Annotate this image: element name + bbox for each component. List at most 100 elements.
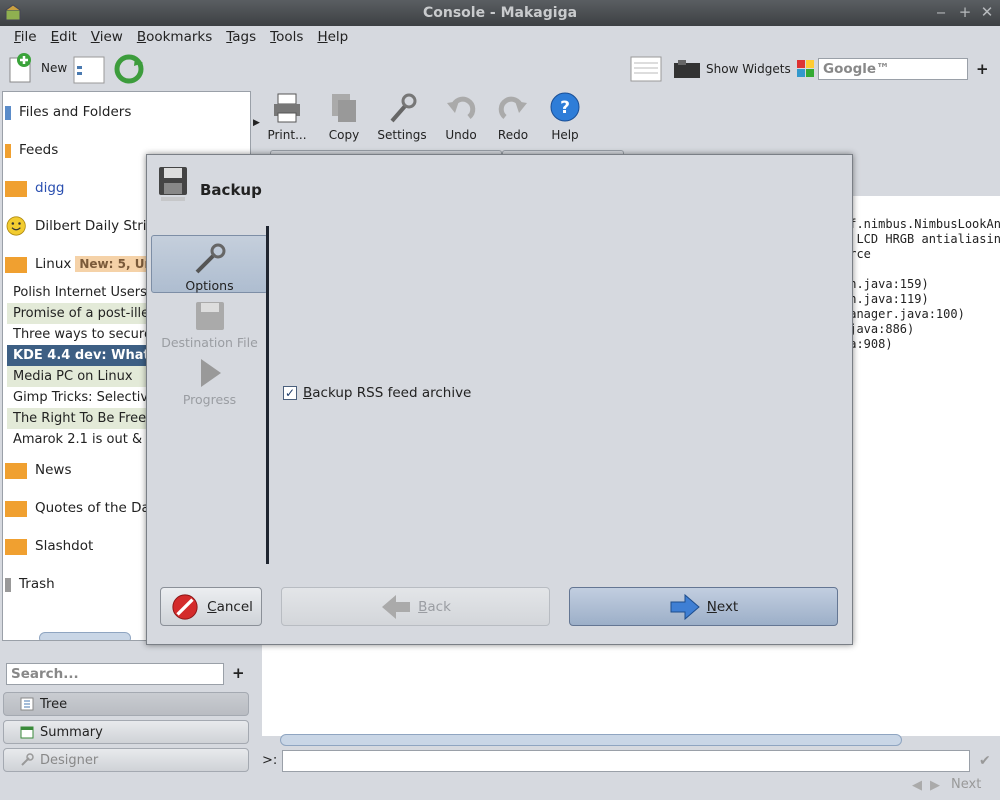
command-prompt: >:	[262, 753, 278, 768]
menu-file[interactable]: File	[7, 29, 44, 45]
command-input[interactable]	[282, 750, 970, 772]
menu-help[interactable]: Help	[310, 29, 355, 45]
calendar-icon	[20, 726, 34, 739]
tree-node-label: Dilbert Daily Strip	[35, 218, 156, 234]
menu-edit[interactable]: Edit	[44, 29, 84, 45]
google-icon	[797, 60, 814, 77]
next-button[interactable]: Next	[569, 587, 838, 626]
tree-node-files-and-folders[interactable]: Files and Folders	[3, 93, 250, 131]
help-button[interactable]: ? Help	[540, 91, 590, 147]
redo-label: Redo	[497, 128, 529, 142]
checkbox-label: Backup RSS feed archive	[303, 385, 472, 401]
printer-icon	[274, 93, 300, 123]
console-line: on.java:119)	[842, 292, 929, 306]
tree-node-label: digg	[35, 180, 65, 196]
tree-node-label: Slashdot	[35, 538, 94, 554]
svg-text:?: ?	[560, 98, 570, 118]
add-search-icon[interactable]: +	[976, 60, 989, 78]
cancel-label: Cancel	[207, 598, 253, 615]
console-line: af.nimbus.NimbusLookAn	[842, 217, 1000, 231]
menu-view[interactable]: View	[84, 29, 130, 45]
tree-node-label: Files and Folders	[19, 104, 132, 120]
step-label: Destination File	[161, 335, 258, 350]
copy-button[interactable]: Copy	[319, 91, 369, 147]
console-line: on.java:159)	[842, 277, 929, 291]
show-widgets-button[interactable]: Show Widgets	[672, 58, 791, 80]
add-filter-icon[interactable]: +	[232, 664, 245, 682]
editor-toolbar: Print... Copy Settings Undo Redo ? Help	[262, 91, 1000, 147]
folder-icon	[5, 181, 27, 197]
folder-icon	[5, 257, 27, 273]
cancel-button[interactable]: Cancel	[160, 587, 262, 626]
refresh-icon[interactable]	[113, 53, 145, 85]
trash-icon	[5, 578, 11, 592]
play-icon	[200, 359, 221, 387]
backup-rss-checkbox[interactable]: ✓	[283, 386, 297, 400]
undo-button[interactable]: Undo	[436, 91, 486, 147]
backup-rss-checkbox-row[interactable]: ✓ Backup RSS feed archive	[283, 385, 471, 401]
console-line: va:908)	[842, 337, 893, 351]
cancel-icon	[172, 593, 198, 620]
tree-node-label: Trash	[19, 576, 55, 592]
minimize-window-icon[interactable]: ‒	[932, 3, 950, 21]
smiley-icon	[6, 216, 26, 236]
window-title: Console - Makagiga	[422, 5, 578, 21]
widget-panel-icon[interactable]	[630, 56, 662, 82]
print-button[interactable]: Print...	[262, 91, 312, 147]
sidebar-search-input[interactable]: Search...	[6, 663, 224, 685]
undo-label: Undo	[445, 128, 477, 142]
menu-tags[interactable]: Tags	[219, 29, 263, 45]
help-label: Help	[551, 128, 579, 142]
status-next-button[interactable]: Next	[951, 777, 981, 792]
maximize-window-icon[interactable]: +	[956, 3, 974, 21]
wrench-icon	[390, 93, 417, 123]
wizard-step-progress: Progress	[151, 350, 268, 407]
tab-tree[interactable]: Tree	[3, 692, 249, 716]
new-button[interactable]: New	[6, 52, 67, 84]
step-divider	[266, 226, 269, 564]
wrench-icon	[195, 243, 225, 274]
back-button: Back	[281, 587, 550, 626]
console-line: - LCD HRGB antialiasin	[842, 232, 1000, 246]
floppy-disk-icon	[159, 167, 187, 201]
menu-bookmarks[interactable]: Bookmarks	[130, 29, 219, 45]
previous-arrow-icon[interactable]: ◀	[912, 778, 922, 793]
console-scrollbar[interactable]	[280, 734, 902, 746]
tree-node-label: Linux	[35, 256, 72, 272]
settings-button[interactable]: Settings	[377, 91, 427, 147]
redo-icon	[498, 96, 527, 119]
tab-label: Summary	[40, 724, 103, 740]
checkmark-icon[interactable]: ✔	[979, 753, 991, 769]
close-window-icon[interactable]: ✕	[978, 3, 996, 21]
web-search-input[interactable]: Google™	[818, 58, 968, 80]
folder-icon	[5, 501, 27, 517]
tab-summary[interactable]: Summary	[3, 720, 249, 744]
horizontal-scrollbar[interactable]	[39, 632, 131, 640]
tree-node-label: Feeds	[19, 142, 59, 158]
tree-node-label: Quotes of the Day	[35, 500, 158, 516]
next-arrow-icon[interactable]: ▶	[930, 778, 940, 793]
tab-designer[interactable]: Designer	[3, 748, 249, 772]
tab-label: Tree	[40, 696, 68, 712]
back-label: Back	[418, 598, 451, 615]
undo-icon	[447, 96, 476, 119]
app-icon	[5, 4, 21, 21]
step-label: Options	[185, 278, 234, 293]
menu-tools[interactable]: Tools	[263, 29, 310, 45]
redo-button[interactable]: Redo	[488, 91, 538, 147]
settings-label: Settings	[377, 128, 427, 142]
print-label: Print...	[267, 128, 307, 142]
console-log: af.nimbus.NimbusLookAn - LCD HRGB antiali…	[842, 217, 1000, 352]
layout-icon[interactable]	[73, 56, 105, 84]
folder-icon	[5, 539, 27, 555]
wrench-icon	[21, 753, 34, 766]
console-line: .java:886)	[842, 322, 915, 336]
back-arrow-icon	[382, 594, 411, 619]
menu-bar: File Edit View Bookmarks Tags Tools Help	[0, 26, 1000, 48]
collapse-arrow-icon[interactable]: ▶	[253, 118, 260, 128]
copy-icon	[332, 94, 356, 122]
new-document-icon	[9, 53, 31, 83]
tree-icon	[20, 697, 34, 711]
wizard-step-options[interactable]: Options	[151, 235, 268, 293]
